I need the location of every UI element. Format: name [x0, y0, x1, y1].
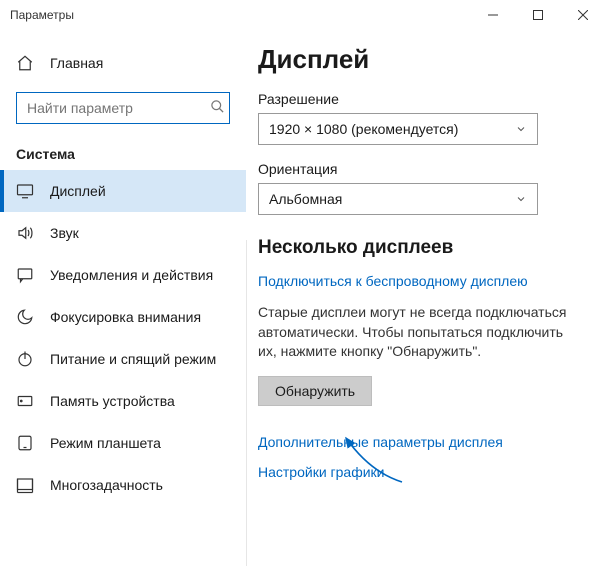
chevron-down-icon — [515, 123, 527, 135]
orientation-value: Альбомная — [269, 191, 342, 207]
sidebar-item-tablet[interactable]: Режим планшета — [0, 422, 246, 464]
titlebar: Параметры — [0, 0, 605, 30]
multitask-icon — [16, 476, 34, 494]
maximize-button[interactable] — [515, 0, 560, 30]
sidebar-home-label: Главная — [50, 55, 103, 71]
window-controls — [470, 0, 605, 30]
sidebar-item-power[interactable]: Питание и спящий режим — [0, 338, 246, 380]
resolution-value: 1920 × 1080 (рекомендуется) — [269, 121, 458, 137]
sidebar-home[interactable]: Главная — [0, 44, 246, 82]
resolution-select[interactable]: 1920 × 1080 (рекомендуется) — [258, 113, 538, 145]
sidebar-item-display[interactable]: Дисплей — [0, 170, 246, 212]
notifications-icon — [16, 266, 34, 284]
sidebar-item-label: Уведомления и действия — [50, 267, 213, 283]
sidebar: Главная Система Дисплей — [0, 30, 246, 566]
main-content: Дисплей Разрешение 1920 × 1080 (рекоменд… — [246, 30, 605, 566]
power-icon — [16, 350, 34, 368]
sidebar-section-title: Система — [0, 136, 246, 170]
sidebar-item-label: Память устройства — [50, 393, 175, 409]
sound-icon — [16, 224, 34, 242]
divider — [246, 240, 247, 566]
orientation-select[interactable]: Альбомная — [258, 183, 538, 215]
resolution-label: Разрешение — [258, 91, 585, 107]
sidebar-item-focus[interactable]: Фокусировка внимания — [0, 296, 246, 338]
search-input[interactable] — [25, 99, 210, 117]
wireless-display-link[interactable]: Подключиться к беспроводному дисплею — [258, 273, 585, 289]
page-title: Дисплей — [258, 44, 585, 75]
sidebar-item-label: Фокусировка внимания — [50, 309, 201, 325]
multiple-displays-title: Несколько дисплеев — [258, 237, 585, 259]
sidebar-item-storage[interactable]: Память устройства — [0, 380, 246, 422]
sidebar-item-multitask[interactable]: Многозадачность — [0, 464, 246, 506]
sidebar-item-sound[interactable]: Звук — [0, 212, 246, 254]
detect-button-label: Обнаружить — [275, 383, 355, 399]
home-icon — [16, 54, 34, 72]
storage-icon — [16, 392, 34, 410]
minimize-button[interactable] — [470, 0, 515, 30]
sidebar-item-notifications[interactable]: Уведомления и действия — [0, 254, 246, 296]
orientation-label: Ориентация — [258, 161, 585, 177]
display-icon — [16, 182, 34, 200]
advanced-display-link[interactable]: Дополнительные параметры дисплея — [258, 434, 585, 450]
graphics-settings-link[interactable]: Настройки графики — [258, 464, 585, 480]
focus-icon — [16, 308, 34, 326]
search-icon — [210, 99, 225, 117]
chevron-down-icon — [515, 193, 527, 205]
sidebar-item-label: Звук — [50, 225, 79, 241]
detect-note: Старые дисплеи могут не всегда подключат… — [258, 303, 578, 362]
sidebar-item-label: Питание и спящий режим — [50, 351, 216, 367]
tablet-icon — [16, 434, 34, 452]
sidebar-item-label: Дисплей — [50, 183, 106, 199]
detect-button[interactable]: Обнаружить — [258, 376, 372, 406]
sidebar-item-label: Многозадачность — [50, 477, 163, 493]
sidebar-item-label: Режим планшета — [50, 435, 161, 451]
close-button[interactable] — [560, 0, 605, 30]
search-box[interactable] — [16, 92, 230, 124]
window-title: Параметры — [10, 8, 74, 22]
